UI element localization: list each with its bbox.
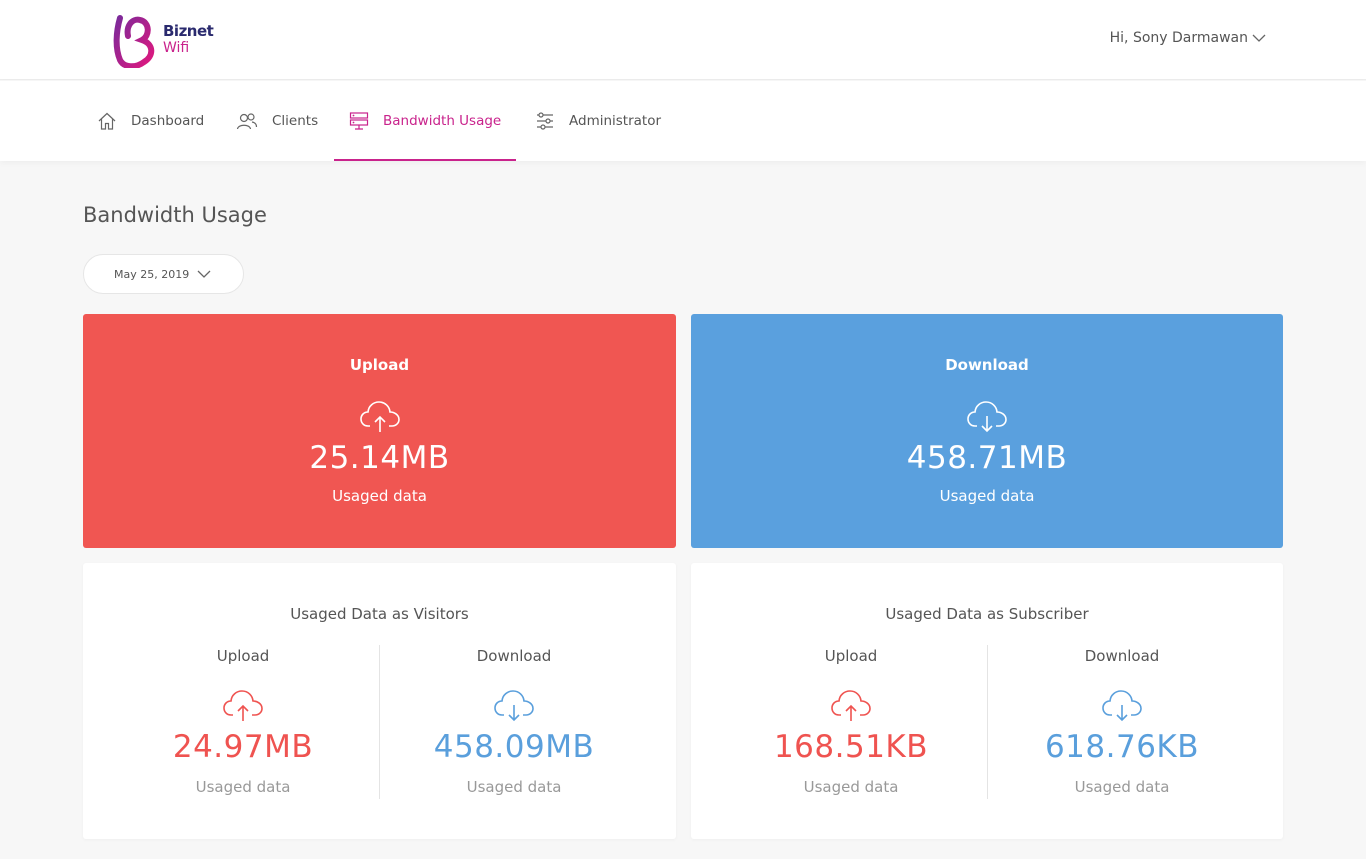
subscriber-upload-value: 168.51KB [773, 729, 929, 765]
nav-item-label: Bandwidth Usage [383, 113, 502, 129]
sliders-icon [537, 112, 553, 130]
subscriber-upload-column: Upload 168.51KB Usaged data [706, 563, 996, 839]
visitors-upload-column: Upload 24.97MB Usaged data [98, 563, 388, 839]
cloud-upload-icon [222, 689, 264, 727]
usage-label: Usaged data [466, 778, 562, 796]
column-title: Upload [824, 647, 878, 665]
biznet-logo[interactable]: Biznet Wifi [112, 12, 222, 68]
chevron-down-icon [1252, 34, 1266, 42]
card-title: Upload [349, 356, 410, 374]
subscriber-download-value: 618.76KB [1044, 729, 1200, 765]
main-nav: Dashboard Clients Bandwidth Usage Admini… [0, 81, 1366, 161]
column-title: Upload [216, 647, 270, 665]
cloud-download-icon [493, 689, 535, 727]
visitors-download-column: Download 458.09MB Usaged data [379, 563, 649, 839]
usage-label: Usaged data [939, 487, 1035, 505]
nav-item-label: Dashboard [131, 113, 205, 129]
nav-item-label: Clients [272, 113, 319, 129]
date-selector[interactable]: May 25, 2019 [83, 254, 244, 294]
cloud-upload-icon [359, 400, 401, 438]
chevron-down-icon [197, 270, 211, 278]
upload-total-value: 25.14MB [309, 440, 450, 476]
user-greeting: Hi, Sony Darmawan [1109, 30, 1248, 46]
brand-name: Biznet [163, 22, 214, 40]
subscriber-usage-card: Usaged Data as Subscriber Upload 168.51K… [691, 563, 1283, 839]
cloud-download-icon [1101, 689, 1143, 727]
nav-item-clients[interactable]: Clients [236, 81, 318, 161]
nav-item-dashboard[interactable]: Dashboard [97, 81, 204, 161]
column-title: Download [1084, 647, 1160, 665]
cloud-upload-icon [830, 689, 872, 727]
nav-item-bandwidth-usage[interactable]: Bandwidth Usage [333, 81, 517, 161]
usage-label: Usaged data [195, 778, 291, 796]
users-icon [236, 113, 258, 130]
upload-summary-card: Upload 25.14MB Usaged data [83, 314, 676, 548]
user-menu[interactable]: Hi, Sony Darmawan [1110, 30, 1266, 46]
download-total-value: 458.71MB [906, 440, 1068, 476]
server-icon [349, 112, 369, 130]
usage-label: Usaged data [803, 778, 899, 796]
date-value: May 25, 2019 [114, 267, 190, 281]
download-summary-card: Download 458.71MB Usaged data [691, 314, 1283, 548]
card-title: Download [945, 356, 1029, 374]
home-icon [98, 112, 116, 130]
visitors-usage-card: Usaged Data as Visitors Upload 24.97MB U… [83, 563, 676, 839]
column-title: Download [476, 647, 552, 665]
nav-item-administrator[interactable]: Administrator [535, 81, 661, 161]
top-bar: Biznet Wifi Hi, Sony Darmawan [0, 0, 1366, 80]
usage-label: Usaged data [332, 487, 427, 505]
visitors-download-value: 458.09MB [433, 729, 595, 765]
page-title: Bandwidth Usage [83, 203, 267, 227]
visitors-upload-value: 24.97MB [172, 729, 314, 765]
brand-subname: Wifi [163, 40, 190, 56]
cloud-download-icon [966, 400, 1008, 438]
subscriber-download-column: Download 618.76KB Usaged data [987, 563, 1257, 839]
biznet-logo-icon [113, 15, 155, 68]
usage-label: Usaged data [1074, 778, 1170, 796]
nav-item-label: Administrator [569, 113, 662, 129]
